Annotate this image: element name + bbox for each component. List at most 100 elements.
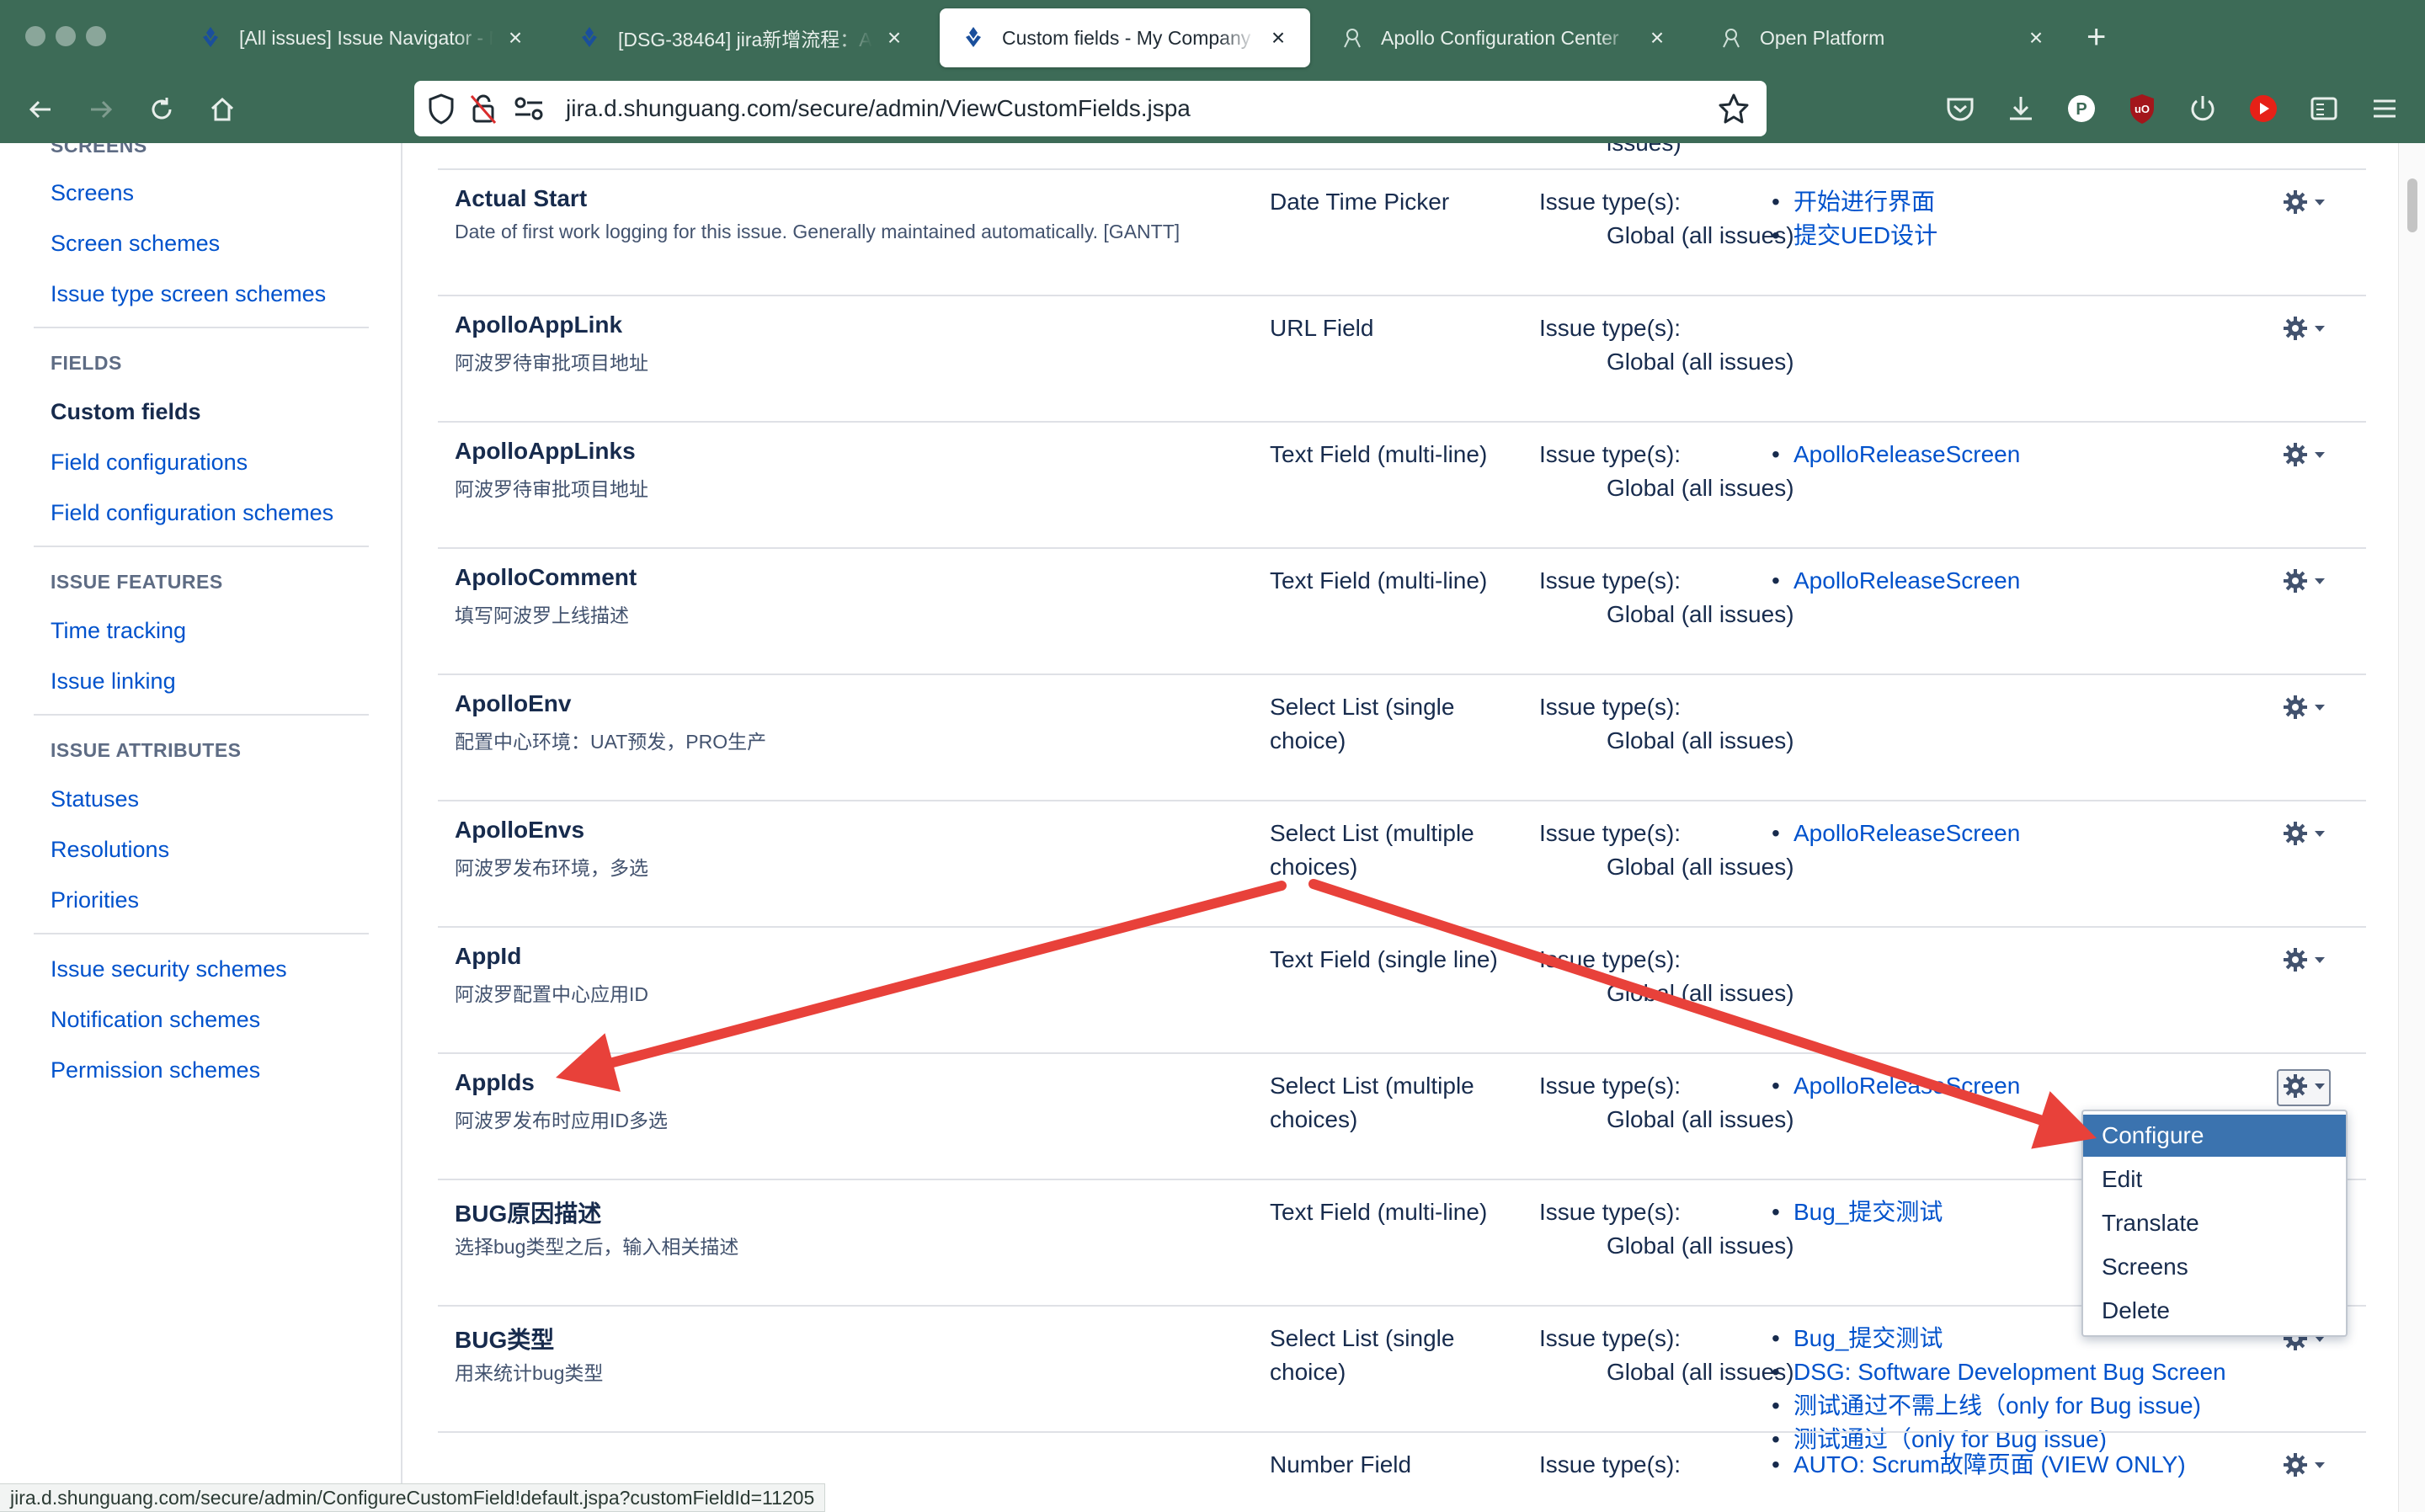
- sidebar-item-screen-schemes[interactable]: Screen schemes: [51, 231, 220, 257]
- field-name: ApolloAppLink: [455, 311, 623, 338]
- chevron-down-icon: [2314, 1080, 2326, 1095]
- field-actions-button[interactable]: [2277, 1448, 2331, 1485]
- download-icon[interactable]: [2002, 90, 2039, 127]
- tab-close-icon[interactable]: ×: [504, 24, 527, 51]
- sidebar-item-time-tracking[interactable]: Time tracking: [51, 618, 186, 644]
- delete-menu-item[interactable]: Delete: [2083, 1290, 2346, 1332]
- edit-menu-item[interactable]: Edit: [2083, 1158, 2346, 1201]
- screen-link[interactable]: ApolloReleaseScreen: [1770, 438, 2020, 471]
- sidebar-item-priorities[interactable]: Priorities: [51, 887, 139, 913]
- insecure-lock-icon[interactable]: [468, 93, 498, 129]
- screens-menu-item[interactable]: Screens: [2083, 1246, 2346, 1288]
- sidebar-item-issue-linking[interactable]: Issue linking: [51, 668, 176, 695]
- browser-tab[interactable]: Open Platform ×: [1698, 8, 2068, 67]
- field-context: Issue type(s): Global (all issues): [1539, 690, 1794, 758]
- screen-link[interactable]: ApolloReleaseScreen: [1770, 817, 2020, 850]
- screen-link[interactable]: ApolloReleaseScreen: [1770, 1069, 2020, 1103]
- field-screens-list: ApolloReleaseScreen: [1770, 438, 2020, 471]
- tab-close-icon[interactable]: ×: [1266, 24, 1290, 51]
- sidebar-divider: [34, 714, 369, 716]
- extension-p-icon[interactable]: P: [2063, 90, 2100, 127]
- tab-close-icon[interactable]: ×: [2024, 24, 2048, 51]
- screen-link[interactable]: 开始进行界面: [1770, 185, 1937, 219]
- field-actions-button[interactable]: [2277, 564, 2331, 601]
- sidebar-item-custom-fields[interactable]: Custom fields: [51, 399, 201, 425]
- home-icon[interactable]: [204, 91, 241, 128]
- new-tab-button[interactable]: +: [2087, 19, 2106, 56]
- table-row: BUG类型 用来统计bug类型 Select List (single choice…: [438, 1305, 2366, 1456]
- sidebar-item-issue-type-screen-schemes[interactable]: Issue type screen schemes: [51, 281, 326, 307]
- browser-tab-active[interactable]: Custom fields - My Company JIR ×: [940, 8, 1310, 67]
- field-actions-button[interactable]: [2277, 1069, 2331, 1106]
- field-type: Text Field (multi-line): [1270, 441, 1488, 467]
- screen-link[interactable]: AUTO: Scrum故障页面 (VIEW ONLY): [1770, 1448, 2186, 1482]
- sidebar-item-statuses[interactable]: Statuses: [51, 786, 139, 812]
- browser-tab[interactable]: Apollo Configuration Center ×: [1319, 8, 1689, 67]
- shield-icon[interactable]: [426, 93, 456, 129]
- sidebar-item-field-configurations[interactable]: Field configurations: [51, 450, 248, 476]
- sidebar-item-permission-schemes[interactable]: Permission schemes: [51, 1057, 260, 1083]
- gear-icon: [2282, 820, 2309, 851]
- power-icon[interactable]: [2184, 90, 2221, 127]
- context-value: Global (all issues): [1607, 980, 1794, 1006]
- context-value: Global (all issues): [1607, 1106, 1794, 1132]
- status-bar-link-preview: jira.d.shunguang.com/secure/admin/Config…: [0, 1483, 826, 1512]
- field-description: 配置中心环境：UAT预发，PRO生产: [455, 731, 767, 753]
- window-zoom-button[interactable]: [86, 26, 106, 46]
- bookmark-star-icon[interactable]: [1718, 93, 1750, 129]
- field-context: Issue type(s): Global (all issues): [1539, 1069, 1794, 1137]
- sidebar-item-screens[interactable]: Screens: [51, 180, 134, 206]
- window-close-button[interactable]: [25, 26, 45, 46]
- screen-link[interactable]: 提交UED设计: [1770, 219, 1937, 253]
- forward-arrow-icon[interactable]: [83, 91, 120, 128]
- field-description: 阿波罗待审批项目地址: [455, 352, 648, 374]
- field-actions-button[interactable]: [2277, 690, 2331, 727]
- screen-link[interactable]: 测试通过不需上线（only for Bug issue): [1770, 1389, 2226, 1423]
- ublock-icon[interactable]: uO: [2124, 90, 2161, 127]
- sidebar-item-notification-schemes[interactable]: Notification schemes: [51, 1007, 260, 1033]
- field-context: Issue type(s): Global (all issues): [1539, 311, 1794, 379]
- field-actions-button[interactable]: [2277, 185, 2331, 222]
- table-row: AppIds 阿波罗发布时应用ID多选 Select List (multiple …: [438, 1052, 2366, 1179]
- window-minimize-button[interactable]: [56, 26, 76, 46]
- browser-tab[interactable]: [DSG-38464] jira新增流程：APP ×: [556, 8, 926, 67]
- reload-icon[interactable]: [143, 91, 180, 128]
- sidebar-item-resolutions[interactable]: Resolutions: [51, 837, 169, 863]
- screen-link[interactable]: Bug_提交测试: [1770, 1195, 1943, 1229]
- permissions-icon[interactable]: [512, 94, 546, 127]
- field-screens-list: ApolloReleaseScreen: [1770, 564, 2020, 598]
- field-screens-list: AUTO: Scrum故障页面 (VIEW ONLY): [1770, 1448, 2186, 1482]
- context-value: Global (all issues): [1607, 475, 1794, 501]
- field-actions-button[interactable]: [2277, 943, 2331, 980]
- context-label: Issue type(s):: [1539, 189, 1682, 215]
- browser-tab[interactable]: [All issues] Issue Navigator - My ×: [177, 8, 547, 67]
- back-arrow-icon[interactable]: [22, 91, 59, 128]
- page-scrollbar[interactable]: [2398, 143, 2425, 1512]
- sidebar-item-field-configuration-schemes[interactable]: Field configuration schemes: [51, 500, 333, 526]
- field-actions-button[interactable]: [2277, 311, 2331, 349]
- reader-view-icon[interactable]: [2305, 90, 2342, 127]
- address-bar[interactable]: jira.d.shunguang.com/secure/admin/ViewCu…: [414, 81, 1767, 136]
- context-value: Global (all issues): [1607, 1359, 1794, 1385]
- screen-link[interactable]: DSG: Software Development Bug Screen: [1770, 1355, 2226, 1389]
- gear-icon: [2282, 1451, 2309, 1483]
- field-actions-button[interactable]: [2277, 817, 2331, 854]
- sidebar-item-issue-security-schemes[interactable]: Issue security schemes: [51, 956, 287, 982]
- screen-link[interactable]: ApolloReleaseScreen: [1770, 564, 2020, 598]
- pocket-icon[interactable]: [1942, 90, 1979, 127]
- field-name: BUG类型: [455, 1327, 555, 1353]
- tab-close-icon[interactable]: ×: [1645, 24, 1669, 51]
- field-actions-button[interactable]: [2277, 438, 2331, 475]
- field-description: Date of first work logging for this issu…: [455, 221, 1181, 242]
- tab-close-icon[interactable]: ×: [882, 24, 906, 51]
- field-context: Issue type(s): Global (all issues): [1539, 185, 1794, 253]
- chevron-down-icon: [2314, 828, 2326, 843]
- field-name: AppId: [455, 943, 522, 969]
- hamburger-menu-icon[interactable]: [2366, 90, 2403, 127]
- url-text[interactable]: jira.d.shunguang.com/secure/admin/ViewCu…: [566, 95, 1191, 122]
- translate-menu-item[interactable]: Translate: [2083, 1202, 2346, 1244]
- scrollbar-thumb[interactable]: [2407, 178, 2417, 232]
- configure-menu-item[interactable]: Configure: [2083, 1115, 2346, 1157]
- field-description: 阿波罗待审批项目地址: [455, 478, 648, 500]
- youtube-icon[interactable]: [2245, 90, 2282, 127]
